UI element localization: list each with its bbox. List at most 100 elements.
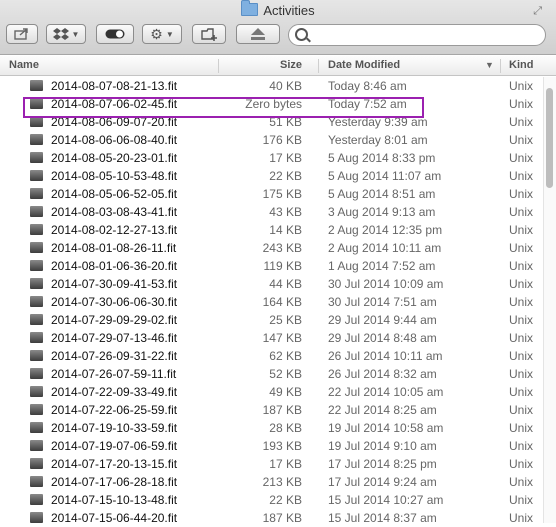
file-row[interactable]: 2014-07-17-20-13-15.fit 17 KB 17 Jul 2014 … <box>0 455 545 473</box>
file-row[interactable]: 2014-07-26-07-59-11.fit 52 KB 26 Jul 2014 … <box>0 365 545 383</box>
file-icon <box>30 134 43 145</box>
file-row[interactable]: 2014-08-05-06-52-05.fit 175 KB 5 Aug 2014 … <box>0 185 545 203</box>
column-divider[interactable] <box>218 59 219 73</box>
file-name: 2014-08-05-20-23-01.fit <box>51 151 178 165</box>
file-row[interactable]: 2014-07-30-09-41-53.fit 44 KB 30 Jul 2014 … <box>0 275 545 293</box>
file-row[interactable]: 2014-07-15-10-13-48.fit 22 KB 15 Jul 2014 … <box>0 491 545 509</box>
file-kind: Unix <box>509 331 534 345</box>
eject-button[interactable] <box>236 24 280 44</box>
file-name: 2014-07-29-07-13-46.fit <box>51 331 178 345</box>
file-row[interactable]: 2014-08-07-06-02-45.fit Zero bytes Today 7… <box>0 95 545 113</box>
window-title-text: Activities <box>263 3 315 18</box>
file-name: 2014-07-17-06-28-18.fit <box>51 475 178 489</box>
search-icon <box>295 28 308 41</box>
file-size: 187 KB <box>262 403 302 417</box>
dropbox-button[interactable]: ▼ <box>46 24 86 44</box>
file-row[interactable]: 2014-07-19-07-06-59.fit 193 KB 19 Jul 2014… <box>0 437 545 455</box>
toggle-button[interactable] <box>96 24 134 44</box>
file-icon <box>30 404 43 415</box>
new-folder-icon <box>200 27 217 41</box>
file-size: 49 KB <box>269 385 302 399</box>
action-button[interactable]: ⚙ ▼ <box>142 24 182 44</box>
file-kind: Unix <box>509 169 534 183</box>
file-row[interactable]: 2014-07-29-07-13-46.fit 147 KB 29 Jul 2014… <box>0 329 545 347</box>
column-divider[interactable] <box>318 59 319 73</box>
file-row[interactable]: 2014-08-06-06-08-40.fit 176 KB Yesterday 8… <box>0 131 545 149</box>
search-field[interactable] <box>288 24 546 46</box>
file-icon <box>30 314 43 325</box>
file-icon <box>30 152 43 163</box>
file-row[interactable]: 2014-08-06-09-07-20.fit 51 KB Yesterday 9:… <box>0 113 545 131</box>
file-size: 22 KB <box>269 493 302 507</box>
file-date: Today 7:52 am <box>328 97 407 111</box>
file-row[interactable]: 2014-08-05-10-53-48.fit 22 KB 5 Aug 2014 1… <box>0 167 545 185</box>
file-date: 2 Aug 2014 12:35 pm <box>328 223 443 237</box>
column-divider[interactable] <box>500 59 501 73</box>
column-header-name[interactable]: Name <box>9 56 39 75</box>
file-row[interactable]: 2014-07-17-06-28-18.fit 213 KB 17 Jul 2014… <box>0 473 545 491</box>
file-icon <box>30 368 43 379</box>
file-row[interactable]: 2014-08-07-08-21-13.fit 40 KB Today 8:46 a… <box>0 77 545 95</box>
search-input[interactable] <box>311 27 543 45</box>
file-icon <box>30 260 43 271</box>
file-date: 17 Jul 2014 9:24 am <box>328 475 437 489</box>
file-kind: Unix <box>509 475 534 489</box>
chevron-down-icon: ▼ <box>165 29 174 39</box>
file-date: 30 Jul 2014 10:09 am <box>328 277 444 291</box>
file-date: 29 Jul 2014 9:44 am <box>328 313 437 327</box>
file-size: 176 KB <box>262 133 302 147</box>
fullscreen-icon[interactable]: ⤢ <box>533 5 542 18</box>
scrollbar-thumb[interactable] <box>546 88 553 188</box>
file-kind: Unix <box>509 115 534 129</box>
file-size: 147 KB <box>262 331 302 345</box>
new-folder-button[interactable] <box>192 24 226 44</box>
file-row[interactable]: 2014-07-22-06-25-59.fit 187 KB 22 Jul 2014… <box>0 401 545 419</box>
file-kind: Unix <box>509 313 534 327</box>
file-icon <box>30 206 43 217</box>
column-header-size[interactable]: Size <box>230 56 302 75</box>
window-title: Activities <box>0 0 556 20</box>
file-name: 2014-08-07-08-21-13.fit <box>51 79 178 93</box>
file-size: 164 KB <box>262 295 302 309</box>
file-row[interactable]: 2014-08-02-12-27-13.fit 14 KB 2 Aug 2014 1… <box>0 221 545 239</box>
file-date: 5 Aug 2014 8:51 am <box>328 187 436 201</box>
file-row[interactable]: 2014-08-01-06-36-20.fit 119 KB 1 Aug 2014 … <box>0 257 545 275</box>
file-size: 62 KB <box>269 349 302 363</box>
file-row[interactable]: 2014-07-22-09-33-49.fit 49 KB 22 Jul 2014 … <box>0 383 545 401</box>
column-header-kind[interactable]: Kind <box>509 56 533 75</box>
file-size: 119 KB <box>263 259 302 273</box>
file-size: 17 KB <box>269 457 302 471</box>
file-icon <box>30 296 43 307</box>
file-size: 44 KB <box>269 277 302 291</box>
file-kind: Unix <box>509 493 534 507</box>
file-icon <box>30 242 43 253</box>
column-header: Name Size Date Modified ▼ Kind <box>0 56 556 76</box>
folder-icon <box>241 0 259 16</box>
column-header-date[interactable]: Date Modified <box>328 56 400 75</box>
file-name: 2014-07-30-09-41-53.fit <box>51 277 178 291</box>
file-row[interactable]: 2014-08-01-08-26-11.fit 243 KB 2 Aug 2014 … <box>0 239 545 257</box>
file-row[interactable]: 2014-07-29-09-29-02.fit 25 KB 29 Jul 2014 … <box>0 311 545 329</box>
file-row[interactable]: 2014-07-26-09-31-22.fit 62 KB 26 Jul 2014 … <box>0 347 545 365</box>
file-size: 43 KB <box>269 205 302 219</box>
file-size: 17 KB <box>269 151 302 165</box>
file-date: 5 Aug 2014 8:33 pm <box>328 151 436 165</box>
file-kind: Unix <box>509 223 534 237</box>
file-icon <box>30 278 43 289</box>
file-name: 2014-08-05-10-53-48.fit <box>51 169 178 183</box>
file-date: 2 Aug 2014 10:11 am <box>328 241 442 255</box>
file-size: 22 KB <box>269 169 302 183</box>
file-name: 2014-07-26-07-59-11.fit <box>51 367 177 381</box>
share-button[interactable] <box>6 24 38 44</box>
file-kind: Unix <box>509 277 534 291</box>
file-row[interactable]: 2014-08-05-20-23-01.fit 17 KB 5 Aug 2014 8… <box>0 149 545 167</box>
share-icon <box>14 28 28 40</box>
file-kind: Unix <box>509 151 534 165</box>
file-row[interactable]: 2014-07-15-06-44-20.fit 187 KB 15 Jul 2014… <box>0 509 545 527</box>
file-name: 2014-08-05-06-52-05.fit <box>51 187 178 201</box>
file-row[interactable]: 2014-08-03-08-43-41.fit 43 KB 3 Aug 2014 9… <box>0 203 545 221</box>
file-icon <box>30 170 43 181</box>
file-kind: Unix <box>509 187 534 201</box>
file-row[interactable]: 2014-07-30-06-06-30.fit 164 KB 30 Jul 2014… <box>0 293 545 311</box>
file-row[interactable]: 2014-07-19-10-33-59.fit 28 KB 19 Jul 2014 … <box>0 419 545 437</box>
